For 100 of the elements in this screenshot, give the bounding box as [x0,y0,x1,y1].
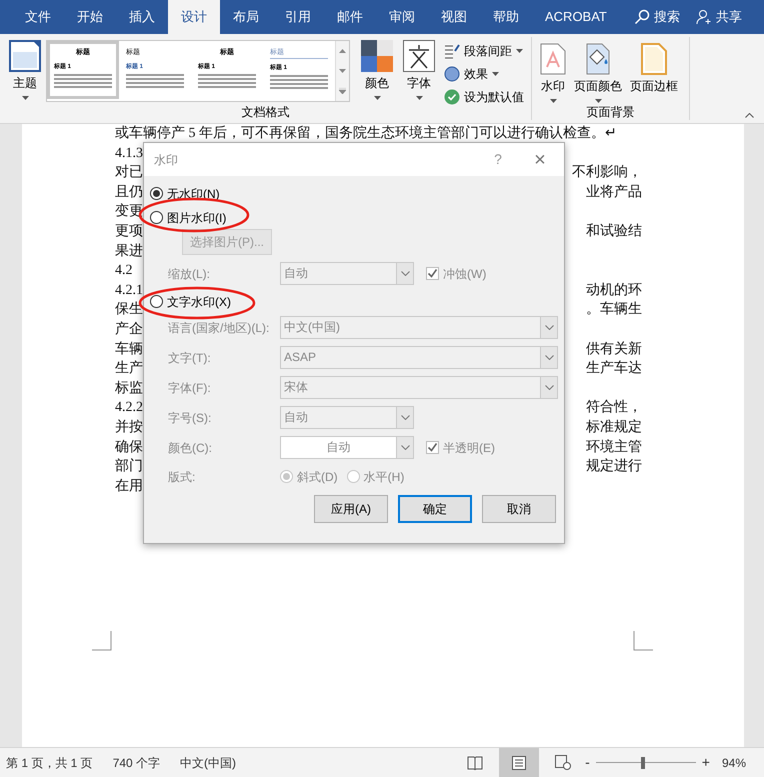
dialog-title: 水印 [154,152,178,168]
ribbon-tab[interactable]: 视图 [428,0,480,34]
dropdown-field[interactable]: 自动 [280,436,414,459]
checkbox[interactable] [426,441,439,454]
document-text-fragment: 且仍 [115,184,143,202]
page-background-button[interactable]: 页面边框 [628,43,680,95]
caret-down-icon [339,68,346,74]
radio-option[interactable]: 图片水印(I) [150,209,564,226]
zoom-slider-thumb[interactable] [640,756,645,768]
print-layout-icon [512,756,526,770]
word-count[interactable]: 740 个字 [112,754,160,772]
dialog-button[interactable]: 取消 [482,495,556,523]
page-count[interactable]: 第 1 页，共 1 页 [6,754,93,772]
share-button[interactable]: 共享 [696,0,742,34]
ribbon-tab[interactable]: 插入 [116,0,168,34]
thumbnail-text-lines [54,74,112,88]
collapse-ribbon-icon[interactable] [745,113,754,118]
document-text-fragment: 车辆 [115,340,143,359]
web-layout-icon[interactable] [555,755,572,770]
ribbon-tab[interactable]: 设计 [168,0,220,34]
caret-icon [550,99,556,103]
field-label: 版式: [168,468,196,486]
caret-icon [594,99,602,103]
document-text-fragment: 标准规定 [586,418,642,437]
field-label: 文字(T): [168,350,212,366]
field-label: 字体(F): [168,380,212,396]
document-text-fragment: 保生 [115,300,143,320]
print-layout-button[interactable] [499,748,540,777]
ribbon-tab[interactable]: 审阅 [376,0,428,34]
document-text-fragment: 符合性， [586,398,642,418]
theme-button[interactable]: 主题 [8,40,42,100]
caret-icon [516,48,523,52]
document-text-fragment: 4.2 [115,262,132,280]
radio-option[interactable]: 文字水印(X) [150,293,564,310]
group-label: 文档格式 [240,104,290,121]
radio-button[interactable] [150,295,163,308]
caret-icon [492,72,499,76]
group-label: 页面背景 [586,104,636,121]
color-swatches-icon [361,40,393,72]
close-button[interactable]: × [528,150,552,170]
gallery-more-button[interactable] [336,81,349,101]
zoom-slider[interactable] [596,756,696,768]
document-text-fragment: 生产车达 [586,359,642,378]
thumbnail-text-lines [270,75,328,89]
chevron-down-icon [400,415,410,420]
document-text-fragment: 果进 [115,242,143,261]
caret-up-icon [339,48,346,54]
dialog-button[interactable]: 应用(A) [314,495,388,523]
ribbon-small-button[interactable]: 段落间距 [444,40,524,61]
caret-icon [416,96,422,100]
document-text-fragment: 和试验结 [586,222,642,241]
document-text-fragment: 不利影响， [572,164,642,182]
person-add-icon [696,9,712,25]
document-text-fragment: 对已 [115,164,143,182]
dialog-button[interactable]: 确定 [398,495,472,523]
document-text-fragment: 4.2.2 [115,399,143,418]
ribbon-small-button[interactable]: 效果 [444,63,524,84]
zoom-in-button[interactable]: + [702,752,710,773]
document-text-fragment: 4.1.3 [115,144,143,163]
ribbon-tab[interactable]: 文件 [12,0,64,34]
ribbon-tab[interactable]: ACROBAT [532,0,620,34]
language-status[interactable]: 中文(中国) [180,754,236,772]
ribbon-small-button[interactable]: 设为默认值 [444,86,524,107]
document-text-line: 或车辆停产 5 年后，可不再保留，国务院生态环境主管部门可以进行确认检查。↵ [115,124,618,143]
ribbon-tab[interactable]: 帮助 [480,0,532,34]
thumbnail-text-lines [198,74,256,88]
ribbon-tab[interactable]: 引用 [272,0,324,34]
search-button[interactable]: 搜索 [634,0,680,34]
theme-icon [9,40,41,72]
document-text-fragment: 部门 [115,457,143,476]
page-border-icon [641,43,667,75]
ribbon-tab[interactable]: 邮件 [324,0,376,34]
document-text-fragment: 供有关新 [586,340,642,359]
chevron-down-icon [400,271,410,276]
zoom-percentage[interactable]: 94% [722,754,746,772]
document-text-fragment: 环境主管 [586,438,642,456]
checkbox[interactable] [426,267,439,280]
document-text-fragment: 4.2.1 [115,282,143,300]
page-background-button[interactable]: 水印 [538,43,568,103]
font-character-icon [403,40,435,72]
document-text-fragment: 确保 [115,438,143,456]
corner-mark [633,631,653,651]
chevron-down-icon [544,355,554,360]
field-label: 颜色(C): [168,440,213,456]
document-text-fragment: 生产 [115,359,143,378]
search-icon [634,9,650,25]
ribbon-tab[interactable]: 布局 [220,0,272,34]
radio-button[interactable] [150,187,163,200]
colors-button[interactable]: 颜色 [358,40,396,100]
zoom-out-button[interactable]: - [585,752,590,773]
watermark-page-icon [540,43,566,75]
document-text-fragment: 动机的环 [586,282,642,300]
expand-gallery-icon [339,88,346,94]
scroll-up-button[interactable] [336,41,349,61]
ribbon-tab[interactable]: 开始 [64,0,116,34]
fonts-button[interactable]: 字体 [400,40,438,100]
read-mode-icon[interactable] [467,756,484,770]
chevron-down-icon [544,385,554,390]
radio-button[interactable] [150,211,163,224]
page-background-button[interactable]: 页面颜色 [572,43,624,103]
